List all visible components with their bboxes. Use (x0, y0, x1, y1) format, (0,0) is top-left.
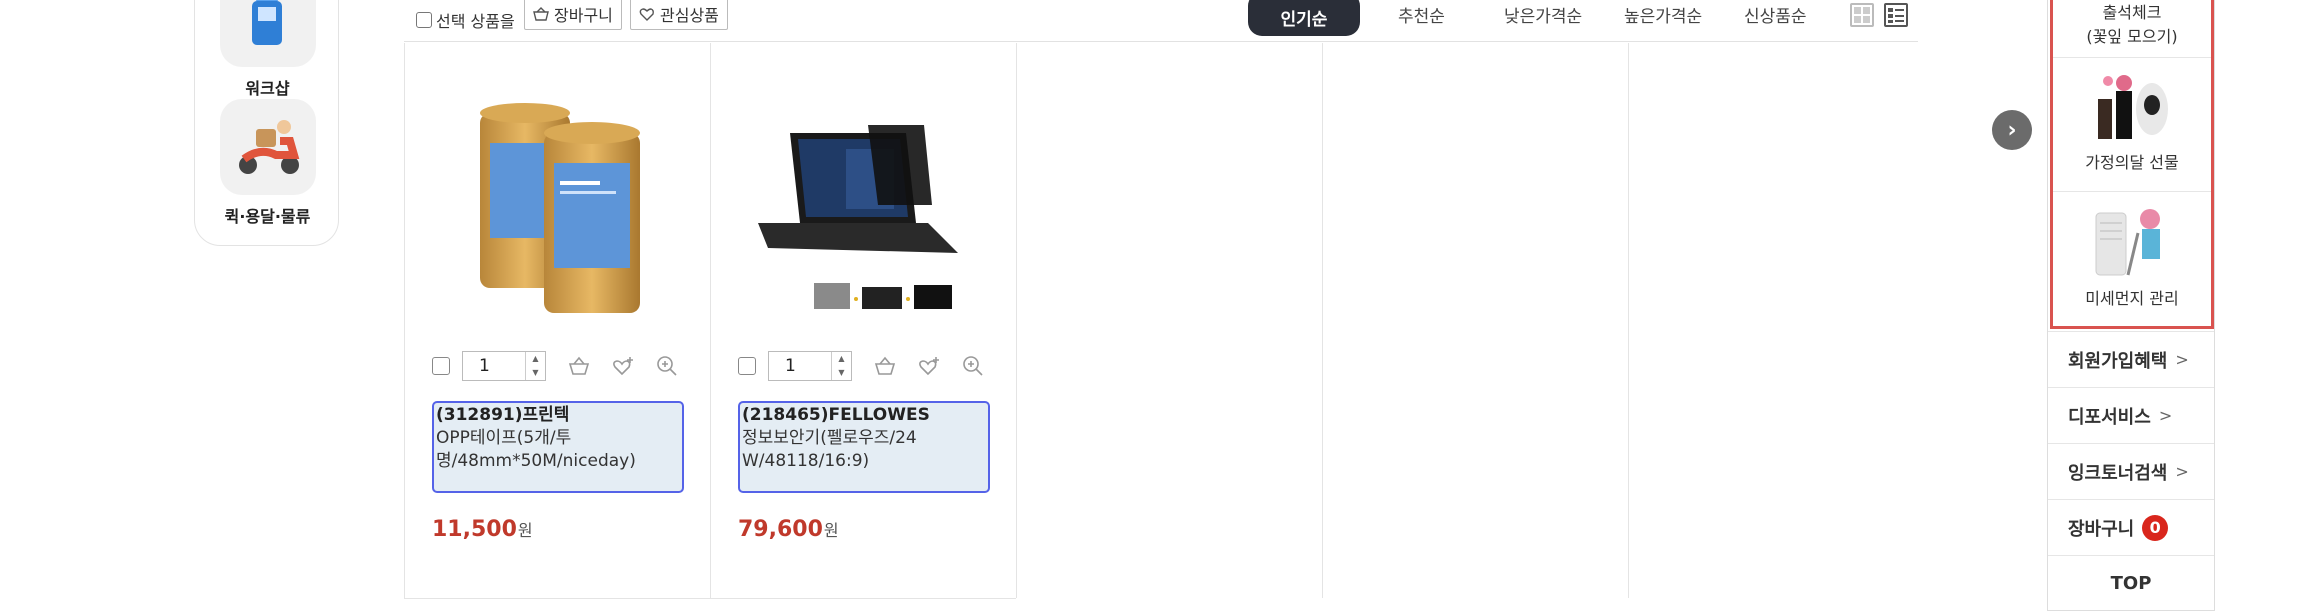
product-title-line: 정보보안기(펠로우즈/24 (742, 428, 917, 448)
promo-box: 출석체크 (꽃잎 모으기) 가정의달 선물 미세먼지 관리 (2050, 0, 2214, 329)
chevron-right-icon: > (2175, 350, 2189, 369)
select-label: 선택 상품을 (436, 12, 515, 31)
price-currency: 원 (517, 521, 533, 540)
product-title-line: OPP테이프(5개/투 (436, 428, 572, 448)
basket-icon (533, 7, 549, 21)
product-price: 11,500원 (432, 517, 533, 542)
divider (2053, 57, 2211, 58)
laptop-privacy-filter-image[interactable] (738, 73, 988, 323)
basket-icon[interactable] (872, 353, 898, 379)
link-label: 디포서비스 (2068, 406, 2151, 428)
member-benefit-link[interactable]: 회원가입혜택 > (2048, 331, 2214, 387)
next-arrow-icon[interactable]: › (1992, 110, 2032, 150)
price-value: 11,500 (432, 517, 517, 542)
product-name[interactable]: (218465)FELLOWES 정보보안기(펠로우즈/24 W/48118/1… (738, 401, 990, 493)
attendance-link[interactable]: 출석체크 (꽃잎 모으기) (2053, 0, 2211, 47)
gift-image (2098, 75, 2168, 139)
product-toolbar: 선택 상품을 장바구니 관심상품 인기순 추천순 낮은가격순 높은가격순 신상품… (404, 0, 1918, 42)
product-checkbox[interactable] (738, 357, 756, 375)
product-price: 79,600원 (738, 517, 839, 542)
grid-view-icon[interactable] (1850, 3, 1874, 27)
heart-plus-icon[interactable] (916, 353, 942, 379)
quantity-stepper[interactable]: 1 ▲ ▼ (768, 351, 852, 381)
wish-button-label: 관심상품 (660, 6, 719, 25)
price-value: 79,600 (738, 517, 823, 542)
grid-bottom-border (404, 598, 1016, 599)
quantity-up-icon[interactable]: ▲ (832, 352, 851, 366)
product-checkbox[interactable] (432, 357, 450, 375)
quantity-stepper[interactable]: 1 ▲ ▼ (462, 351, 546, 381)
sort-popular[interactable]: 인기순 (1248, 0, 1360, 36)
tape-rolls-image[interactable] (432, 73, 682, 323)
column-divider (1322, 43, 1323, 598)
category-label: 퀵·용달·물류 (224, 207, 311, 226)
product-code: (218465)FELLOWES (742, 405, 930, 425)
quantity-up-icon[interactable]: ▲ (526, 352, 545, 366)
cart-label: 장바구니 (2068, 518, 2135, 540)
product-title-line: 명/48mm*50M/niceday) (436, 451, 636, 471)
cart-link[interactable]: 장바구니 0 (2048, 499, 2214, 555)
column-divider (1016, 43, 1017, 598)
category-panel: 워크샵 퀵·용달·물류 (194, 0, 339, 246)
sort-newest[interactable]: 신상품순 (1744, 2, 1807, 27)
scooter-icon (219, 99, 316, 195)
zoom-in-icon[interactable] (960, 353, 986, 379)
quick-menu: 출석체크 (꽃잎 모으기) 가정의달 선물 미세먼지 관리 회원가입혜택 > 디… (2047, 0, 2215, 611)
link-label: 회원가입혜택 (2068, 350, 2168, 372)
category-delivery[interactable]: 퀵·용달·물류 (195, 99, 340, 227)
cart-button-label: 장바구니 (554, 6, 613, 25)
dust-link[interactable]: 미세먼지 관리 (2053, 197, 2211, 309)
product-name[interactable]: (312891)프린텍 OPP테이프(5개/투 명/48mm*50M/niced… (432, 401, 684, 493)
chevron-right-icon: > (2175, 462, 2189, 481)
product-card[interactable]: 1 ▲ ▼ (404, 43, 708, 598)
select-all-checkbox[interactable]: 선택 상품을 (416, 8, 515, 32)
price-currency: 원 (823, 521, 839, 540)
gift-label: 가정의달 선물 (2085, 153, 2179, 172)
list-view-icon[interactable] (1884, 3, 1908, 27)
attendance-sub-label: (꽃잎 모으기) (2086, 27, 2178, 46)
ink-toner-search-link[interactable]: 잉크토너검색 > (2048, 443, 2214, 499)
add-to-wishlist-button[interactable]: 관심상품 (630, 0, 728, 30)
column-divider (1628, 43, 1629, 598)
gift-link[interactable]: 가정의달 선물 (2053, 65, 2211, 173)
product-controls: 1 ▲ ▼ (738, 350, 998, 382)
basket-icon[interactable] (566, 353, 592, 379)
sort-high-price[interactable]: 높은가격순 (1624, 2, 1702, 27)
attendance-label: 출석체크 (2102, 3, 2162, 22)
product-grid: 1 ▲ ▼ (312891)프린텍 OPP테이프(5개/투 명/48mm*50M… (404, 43, 1918, 599)
dust-label: 미세먼지 관리 (2085, 289, 2179, 308)
quantity-down-icon[interactable]: ▼ (526, 366, 545, 380)
heart-plus-icon (639, 8, 654, 21)
depot-service-link[interactable]: 디포서비스 > (2048, 387, 2214, 443)
quantity-value[interactable]: 1 (769, 352, 831, 380)
product-controls: 1 ▲ ▼ (432, 350, 692, 382)
checkbox-box[interactable] (416, 12, 432, 28)
chevron-right-icon: > (2158, 406, 2173, 425)
product-code: (312891)프린텍 (436, 405, 570, 425)
add-to-cart-button[interactable]: 장바구니 (524, 0, 622, 30)
workshop-icon (219, 0, 316, 67)
product-title-line: W/48118/16:9) (742, 451, 870, 471)
cart-count-badge: 0 (2142, 514, 2169, 541)
zoom-in-icon[interactable] (654, 353, 680, 379)
category-workshop[interactable]: 워크샵 (195, 0, 340, 99)
air-purifier-image (2095, 209, 2160, 276)
sort-low-price[interactable]: 낮은가격순 (1504, 2, 1582, 27)
scroll-top-button[interactable]: TOP (2048, 555, 2214, 611)
link-label: 잉크토너검색 (2068, 462, 2168, 484)
product-card[interactable]: 1 ▲ ▼ (710, 43, 1014, 598)
quantity-value[interactable]: 1 (463, 352, 525, 380)
quantity-down-icon[interactable]: ▼ (832, 366, 851, 380)
divider (2053, 191, 2211, 192)
category-label: 워크샵 (245, 79, 290, 98)
heart-plus-icon[interactable] (610, 353, 636, 379)
sort-recommended[interactable]: 추천순 (1398, 2, 1445, 27)
